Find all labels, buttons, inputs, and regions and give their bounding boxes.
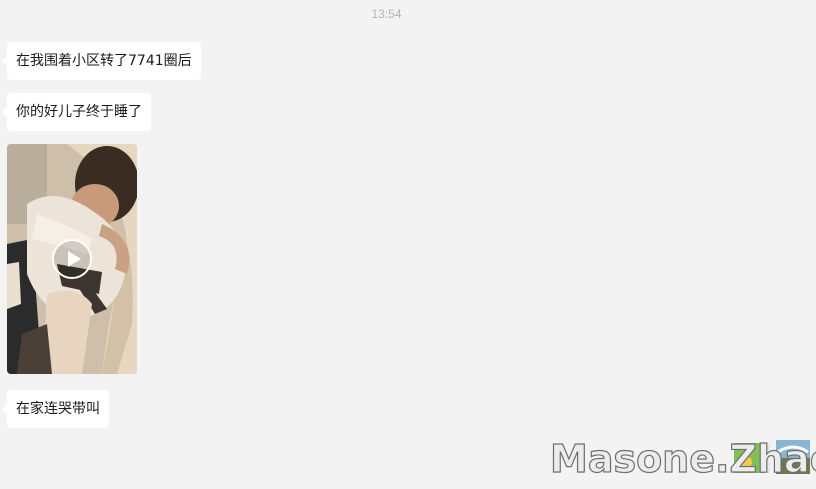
play-icon[interactable] bbox=[52, 239, 92, 279]
watermark-text: Masone.Zhao bbox=[549, 436, 816, 481]
video-message-thumbnail[interactable] bbox=[7, 144, 137, 374]
message-timestamp: 13:54 bbox=[371, 7, 402, 21]
message-bubble-text[interactable]: 在我围着小区转了7741圈后 bbox=[2, 42, 201, 80]
message-bubble-text[interactable]: 在家连哭带叫 bbox=[2, 390, 109, 428]
message-bubble-text[interactable]: 你的好儿子终于睡了 bbox=[2, 93, 151, 131]
